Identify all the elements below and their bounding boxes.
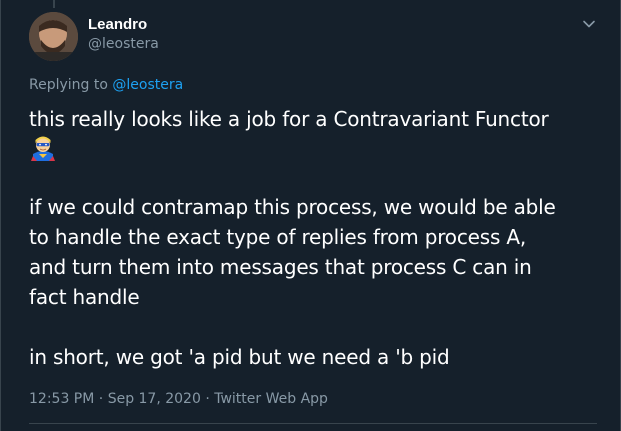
tweet-line: and turn them into messages that process… [29,255,532,279]
tweet-time[interactable]: 12:53 PM [29,391,94,407]
tweet-line: to handle the exact type of replies from… [29,225,526,249]
tweet-line: in short, we got 'a pid but we need a 'b… [29,345,450,369]
replying-prefix: Replying to [29,77,108,93]
meta-separator: · [98,391,104,407]
tweet-meta: 12:53 PM · Sep 17, 2020 · Twitter Web Ap… [29,391,328,407]
tweet-body: this really looks like a job for a Contr… [29,104,604,372]
replying-to: Replying to @leostera [29,77,183,93]
replying-mention-link[interactable]: @leostera [112,77,183,93]
tweet-card: Leandro @leostera Replying to @leostera … [0,0,621,431]
tweet-date[interactable]: Sep 17, 2020 [108,391,201,407]
avatar[interactable] [29,12,78,61]
meta-separator: · [205,391,210,407]
avatar-image [29,12,78,61]
tweet-line: fact handle [29,285,140,309]
chevron-down-icon[interactable] [580,15,598,33]
tweet-source-link[interactable]: Twitter Web App [214,391,328,407]
tweet-line: this really looks like a job for a Contr… [29,107,549,131]
thread-connector-line [53,0,55,8]
tweet-line: if we could contramap this process, we w… [29,195,556,219]
author-handle[interactable]: @leostera [88,36,159,52]
divider [29,423,597,424]
author-name[interactable]: Leandro [88,16,147,33]
man-superhero-emoji [29,134,57,162]
